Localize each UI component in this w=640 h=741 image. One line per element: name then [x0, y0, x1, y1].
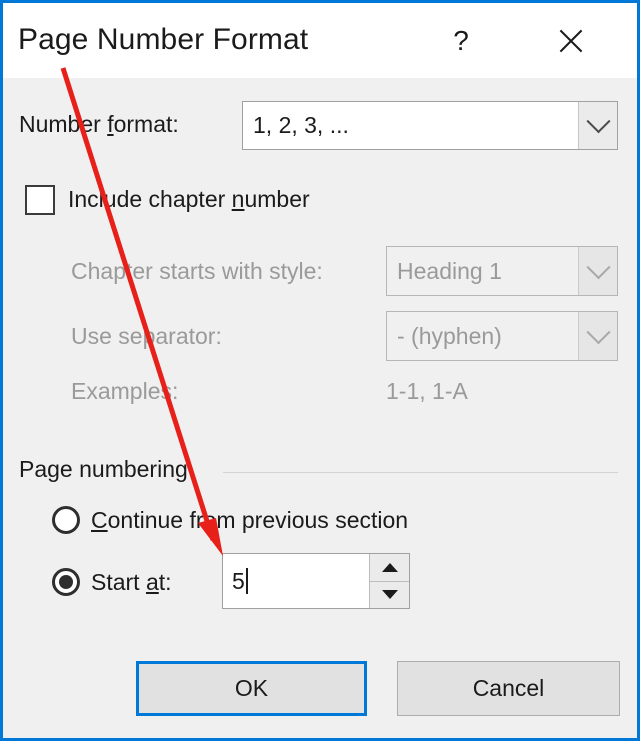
- start-at-input[interactable]: 5: [223, 554, 369, 608]
- help-button[interactable]: ?: [431, 3, 491, 78]
- number-format-dropdown-button[interactable]: [578, 102, 617, 149]
- dialog-body: Number format: 1, 2, 3, ... Include chap…: [3, 78, 637, 738]
- text-caret: [245, 568, 248, 594]
- include-chapter-number-checkbox[interactable]: [25, 185, 55, 215]
- include-chapter-number-label[interactable]: Include chapter number: [68, 186, 310, 213]
- spinner-increment-button[interactable]: [369, 554, 409, 582]
- examples-value: 1-1, 1-A: [386, 378, 468, 404]
- start-at-label[interactable]: Start at:: [91, 569, 172, 596]
- close-button[interactable]: [541, 3, 601, 78]
- examples-label: Examples:: [71, 378, 179, 404]
- start-at-spinner[interactable]: 5: [222, 553, 410, 609]
- cancel-button[interactable]: Cancel: [397, 661, 620, 716]
- triangle-up-icon: [381, 562, 398, 572]
- chapter-style-combobox: Heading 1: [386, 246, 618, 296]
- spinner-buttons: [369, 554, 409, 608]
- ok-button[interactable]: OK: [136, 661, 367, 716]
- use-separator-dropdown-button: [578, 312, 617, 360]
- page-number-format-dialog: Page Number Format ? Number format: 1, 2…: [0, 0, 640, 741]
- triangle-down-icon: [381, 590, 398, 600]
- number-format-combobox[interactable]: 1, 2, 3, ...: [242, 101, 618, 150]
- chapter-style-dropdown-button: [578, 247, 617, 295]
- question-mark-icon: ?: [453, 24, 469, 56]
- chevron-down-icon: [585, 319, 611, 344]
- spinner-decrement-button[interactable]: [369, 581, 409, 608]
- chevron-down-icon: [585, 254, 611, 279]
- use-separator-combobox: - (hyphen): [386, 311, 618, 361]
- chevron-down-icon: [585, 109, 611, 134]
- continue-from-previous-section-label[interactable]: Continue from previous section: [91, 507, 408, 534]
- close-icon: [556, 26, 586, 56]
- start-at-value: 5: [232, 567, 245, 594]
- chapter-style-label: Chapter starts with style:: [71, 258, 323, 284]
- dialog-titlebar: Page Number Format ?: [3, 3, 637, 78]
- chapter-style-value: Heading 1: [397, 257, 502, 284]
- use-separator-value: - (hyphen): [397, 322, 502, 349]
- number-format-label: Number format:: [19, 111, 179, 137]
- start-at-radio[interactable]: [52, 568, 80, 596]
- number-format-value: 1, 2, 3, ...: [253, 112, 349, 138]
- page-title: Page Number Format: [18, 23, 309, 56]
- use-separator-label: Use separator:: [71, 323, 222, 349]
- continue-from-previous-section-radio[interactable]: [52, 506, 80, 534]
- page-numbering-group-label: Page numbering: [19, 456, 188, 482]
- group-separator-line: [223, 472, 618, 473]
